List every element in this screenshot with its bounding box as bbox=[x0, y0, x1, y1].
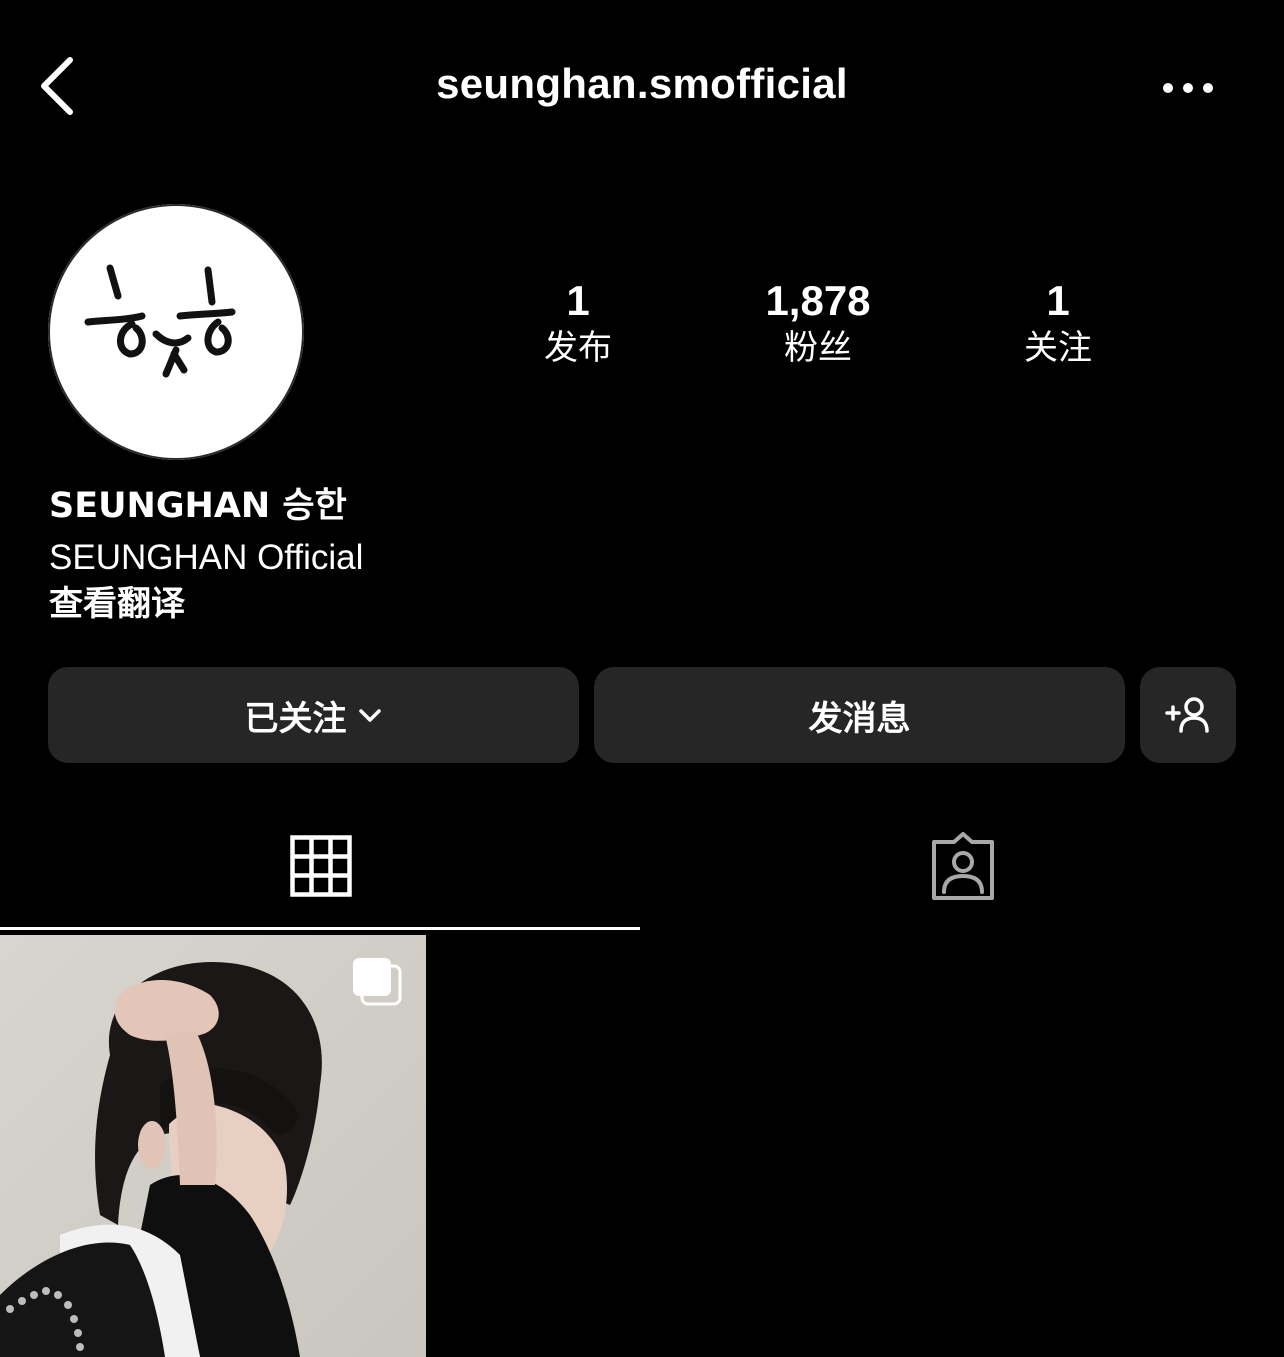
profile-bio: SEUNGHAN Official bbox=[49, 538, 364, 577]
following-label: 关注 bbox=[1024, 328, 1092, 368]
grid-icon bbox=[290, 835, 352, 897]
avatar-handwriting-image bbox=[84, 264, 236, 378]
stat-followers[interactable]: 1,878 粉丝 bbox=[708, 276, 928, 370]
more-horizontal-icon bbox=[1163, 83, 1213, 93]
more-options-button[interactable] bbox=[1150, 64, 1230, 112]
stat-posts[interactable]: 1 发布 bbox=[468, 276, 688, 370]
carousel-icon bbox=[350, 956, 406, 1008]
tab-tagged[interactable] bbox=[642, 810, 1284, 930]
page-title: seunghan.smofficial bbox=[436, 60, 848, 107]
followers-label: 粉丝 bbox=[784, 328, 852, 368]
posts-label: 发布 bbox=[544, 328, 612, 368]
add-user-icon bbox=[1165, 697, 1209, 733]
following-button[interactable]: 已关注 bbox=[48, 667, 579, 763]
followers-count: 1,878 bbox=[765, 277, 871, 324]
message-button[interactable]: 发消息 bbox=[594, 667, 1125, 763]
see-translation-link[interactable]: 查看翻译 bbox=[49, 582, 185, 626]
active-tab-indicator bbox=[0, 927, 640, 930]
tagged-person-icon bbox=[932, 832, 994, 900]
following-button-label: 已关注 bbox=[244, 698, 347, 739]
tab-posts-grid[interactable] bbox=[0, 810, 642, 930]
message-button-label: 发消息 bbox=[808, 698, 911, 739]
profile-name: SEUNGHAN 승한 bbox=[49, 486, 347, 526]
stat-following[interactable]: 1 关注 bbox=[948, 276, 1168, 370]
avatar[interactable] bbox=[48, 204, 304, 460]
posts-count: 1 bbox=[566, 277, 590, 324]
suggest-users-button[interactable] bbox=[1140, 667, 1236, 763]
following-count: 1 bbox=[1046, 277, 1070, 324]
chevron-down-icon bbox=[357, 695, 383, 735]
